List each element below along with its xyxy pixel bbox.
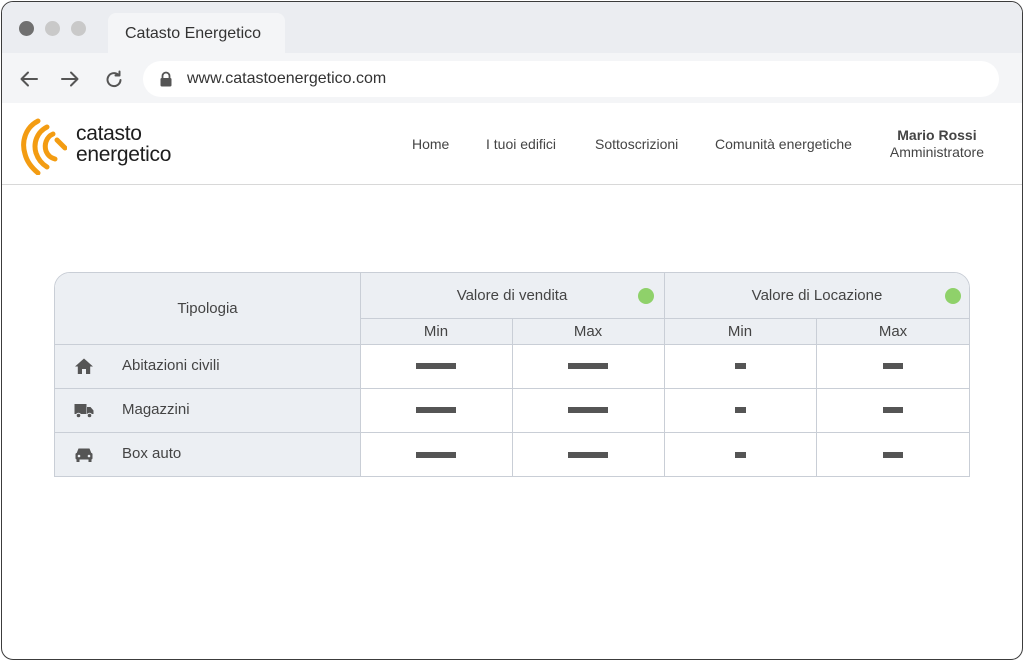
redacted-value	[883, 363, 903, 369]
arrow-left-icon[interactable]	[18, 68, 40, 90]
window-maximize-dot[interactable]	[71, 21, 86, 36]
address-bar: www.catastoenergetico.com	[2, 53, 1022, 103]
grid-line	[360, 318, 969, 319]
site-header: catasto energetico Home I tuoi edifici S…	[2, 103, 1022, 185]
table-cell	[360, 388, 512, 432]
grid-line	[55, 344, 969, 345]
lock-icon	[159, 71, 173, 87]
car-icon	[74, 445, 94, 463]
subheader-label: Max	[878, 322, 908, 340]
logo-line-1: catasto	[76, 122, 142, 145]
group-header-locazione-label: Valore di Locazione	[751, 287, 883, 304]
row-label-text: Magazzini	[122, 401, 190, 418]
table-cell	[360, 432, 512, 476]
row-label-text: Abitazioni civili	[122, 357, 220, 374]
group-header-locazione: Valore di Locazione	[664, 273, 969, 318]
nav-comunita-energetiche[interactable]: Comunità energetiche	[715, 136, 852, 152]
row-label-text: Box auto	[122, 445, 182, 462]
nav-home[interactable]: Home	[412, 136, 449, 152]
table-cell	[816, 432, 969, 476]
redacted-value	[568, 363, 608, 369]
url-field[interactable]: www.catastoenergetico.com	[143, 61, 999, 97]
subheader-locazione-max: Max	[816, 318, 969, 344]
status-dot-vendita	[638, 288, 654, 304]
browser-window: Catasto Energetico www.catastoenergetico…	[1, 1, 1023, 660]
subheader-locazione-min: Min	[664, 318, 816, 344]
valuation-table: Tipologia Valore di vendita Valore di Lo…	[54, 272, 970, 477]
grid-line	[512, 318, 513, 476]
arrow-right-icon[interactable]	[59, 68, 81, 90]
redacted-value	[734, 407, 746, 413]
user-menu[interactable]: Mario Rossi Amministratore	[890, 127, 984, 161]
table-cell	[664, 344, 816, 388]
grid-line	[55, 432, 969, 433]
user-name: Mario Rossi	[897, 127, 977, 143]
grid-line	[816, 318, 817, 476]
redacted-value	[568, 407, 608, 413]
table-row-label: Magazzini	[55, 388, 360, 432]
nav-sottoscrizioni[interactable]: Sottoscrizioni	[595, 136, 678, 152]
home-icon	[74, 357, 94, 375]
user-role: Amministratore	[889, 144, 984, 160]
redacted-value	[416, 407, 456, 413]
grid-line	[360, 273, 361, 476]
redacted-value	[883, 451, 903, 458]
table-cell	[512, 344, 664, 388]
redacted-value	[568, 451, 608, 458]
browser-tab-title: Catasto Energetico	[125, 25, 262, 42]
subheader-vendita-min: Min	[360, 318, 512, 344]
window-minimize-dot[interactable]	[45, 21, 60, 36]
redacted-value	[416, 363, 456, 369]
logo-icon[interactable]	[17, 115, 68, 176]
table-cell	[664, 432, 816, 476]
nav-i-tuoi-edifici[interactable]: I tuoi edifici	[486, 136, 556, 152]
subheader-label: Min	[727, 322, 753, 340]
table-cell	[816, 344, 969, 388]
redacted-value	[416, 451, 456, 458]
table-cell	[512, 388, 664, 432]
redacted-value	[734, 363, 746, 369]
window-close-dot[interactable]	[19, 21, 34, 36]
status-dot-locazione	[945, 288, 961, 304]
reload-icon[interactable]	[103, 68, 125, 90]
table-row-label: Box auto	[55, 432, 360, 476]
table-row-label: Abitazioni civili	[55, 344, 360, 388]
title-bar: Catasto Energetico	[2, 2, 1022, 54]
url-text: www.catastoenergetico.com	[187, 70, 387, 87]
grid-line	[55, 388, 969, 389]
browser-tab[interactable]: Catasto Energetico	[108, 13, 285, 54]
logo-text[interactable]: catasto energetico	[76, 123, 171, 165]
tipologia-header: Tipologia	[55, 273, 360, 344]
subheader-vendita-max: Max	[512, 318, 664, 344]
truck-icon	[74, 401, 94, 419]
group-header-vendita-label: Valore di vendita	[456, 287, 568, 304]
table-cell	[816, 388, 969, 432]
group-header-vendita: Valore di vendita	[360, 273, 664, 318]
tipologia-header-label: Tipologia	[177, 300, 238, 317]
subheader-label: Max	[573, 322, 603, 340]
redacted-value	[734, 451, 746, 458]
subheader-label: Min	[423, 322, 449, 340]
redacted-value	[883, 407, 903, 413]
grid-line	[664, 273, 665, 476]
table-cell	[664, 388, 816, 432]
logo-line-2: energetico	[76, 143, 172, 166]
table-cell	[360, 344, 512, 388]
table-cell	[512, 432, 664, 476]
